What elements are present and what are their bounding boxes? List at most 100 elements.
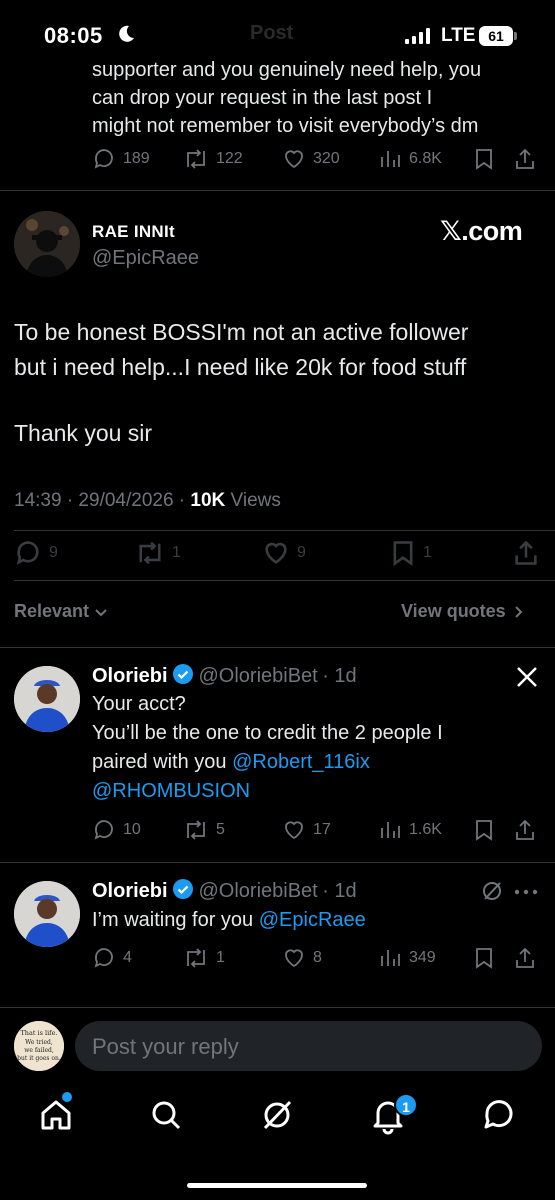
author-avatar[interactable]	[14, 211, 80, 277]
grok-icon[interactable]	[257, 1095, 297, 1135]
reply-count: 189	[123, 150, 150, 167]
reply-author-handle[interactable]: @OloriebiBet	[198, 665, 317, 687]
brand-link[interactable]: 𝕏.com	[440, 216, 523, 247]
repost-button[interactable]: 1	[183, 946, 225, 970]
heart-icon	[285, 150, 303, 169]
reply-text-line: You’ll be the one to credit the 2 people…	[92, 722, 443, 744]
repost-count: 122	[216, 150, 243, 167]
repost-button[interactable]: 122	[183, 147, 243, 171]
divider	[0, 1007, 555, 1008]
search-icon[interactable]	[146, 1095, 186, 1135]
repost-count: 1	[216, 949, 225, 966]
share-button[interactable]	[513, 539, 539, 567]
reply-placeholder: Post your reply	[92, 1034, 239, 1059]
bookmark-icon	[476, 820, 492, 841]
avatar-image	[14, 211, 80, 277]
views-button[interactable]: 1.6K	[378, 818, 442, 842]
reply-avatar[interactable]	[14, 666, 80, 732]
share-button[interactable]	[514, 147, 536, 171]
reply-actions: 4 1 8 349	[0, 946, 555, 974]
previous-tweet-text: supporter and you genuinely need help, y…	[92, 56, 547, 140]
repost-icon	[187, 149, 205, 169]
share-icon	[516, 947, 534, 968]
divider	[14, 530, 555, 531]
reply-icon	[94, 948, 113, 968]
analytics-icon	[381, 950, 400, 966]
home-indicator	[187, 1183, 367, 1188]
reply-count: 4	[123, 949, 132, 966]
heart-icon	[265, 542, 287, 564]
author-name[interactable]: RAE INNIt	[92, 222, 175, 242]
tweet-timestamp[interactable]: 14:39 · 29/04/2026 ·	[14, 490, 190, 511]
views-count: 6.8K	[409, 150, 442, 167]
like-button[interactable]: 320	[282, 147, 340, 171]
my-avatar[interactable]: That is life. We tried, we failed, but i…	[14, 1021, 64, 1071]
like-button[interactable]: 8	[282, 946, 322, 970]
verified-badge-icon	[173, 664, 194, 684]
bookmark-button[interactable]	[473, 946, 495, 970]
reply-button[interactable]: 9	[14, 539, 58, 567]
divider	[0, 862, 555, 863]
analytics-icon	[381, 822, 400, 838]
like-count: 17	[313, 821, 331, 838]
bookmark-button[interactable]: 1	[390, 539, 432, 567]
share-icon	[516, 819, 534, 840]
reply-avatar[interactable]	[14, 881, 80, 947]
tweet-actions: 9 1 9 1	[0, 539, 555, 567]
repost-button[interactable]: 1	[135, 539, 181, 567]
sort-dropdown[interactable]: Relevant	[14, 601, 108, 622]
reply-button[interactable]: 189	[92, 147, 150, 171]
repost-icon	[187, 948, 205, 968]
views-button[interactable]: 349	[378, 946, 436, 970]
more-icon[interactable]	[514, 889, 538, 895]
bookmark-icon	[393, 541, 413, 566]
home-unread-dot	[62, 1092, 72, 1102]
avatar-image	[14, 666, 80, 732]
reply-count: 9	[49, 544, 58, 561]
views-count: 1.6K	[409, 821, 442, 838]
reply-count: 10	[123, 821, 141, 838]
view-quotes-link[interactable]: View quotes	[401, 601, 525, 622]
share-button[interactable]	[514, 818, 536, 842]
heart-icon	[285, 821, 303, 840]
share-button[interactable]	[514, 946, 536, 970]
messages-icon[interactable]	[479, 1095, 519, 1135]
mention-link[interactable]: @EpicRaee	[259, 909, 366, 931]
bookmark-button[interactable]	[473, 818, 495, 842]
reply-author-name[interactable]: Oloriebi	[92, 665, 168, 687]
reply-text-line: I’m waiting for you	[92, 909, 259, 931]
like-button[interactable]: 17	[282, 818, 331, 842]
divider	[0, 647, 555, 648]
bookmark-icon	[476, 149, 492, 170]
bookmark-button[interactable]	[473, 147, 495, 171]
svg-text:That is life.: That is life.	[20, 1029, 57, 1037]
share-icon	[516, 148, 534, 169]
reply-text: Your acct? You’ll be the one to credit t…	[92, 690, 542, 806]
network-type: LTE	[441, 25, 476, 46]
like-button[interactable]: 9	[262, 539, 306, 567]
repost-button[interactable]: 5	[183, 818, 225, 842]
reply-button[interactable]: 10	[92, 818, 141, 842]
heart-icon	[285, 949, 303, 968]
reply-header: Oloriebi @OloriebiBet · 1d	[92, 878, 357, 903]
views-number: 10K	[190, 490, 226, 511]
reply-author-handle[interactable]: @OloriebiBet	[198, 880, 317, 902]
reply-actions: 10 5 17 1.6K	[0, 818, 555, 846]
previous-tweet-actions: 189 122 320 6.8K	[0, 147, 555, 175]
views-button[interactable]: 6.8K	[378, 147, 442, 171]
previous-tweet-line: can drop your request in the last post I	[92, 87, 433, 109]
tweet-text-line: To be honest BOSSI'm not an active follo…	[14, 319, 469, 345]
previous-tweet-line: supporter and you genuinely need help, y…	[92, 59, 482, 81]
repost-icon	[187, 820, 205, 840]
mention-link[interactable]: @Robert_116ix	[232, 751, 370, 773]
reply-icon	[94, 820, 113, 840]
reply-author-name[interactable]: Oloriebi	[92, 880, 168, 902]
repost-icon	[139, 541, 161, 565]
reply-button[interactable]: 4	[92, 946, 132, 970]
grok-icon[interactable]	[481, 880, 503, 902]
avatar-image	[14, 881, 80, 947]
mention-link[interactable]: @RHOMBUSION	[92, 780, 250, 802]
moon-icon	[119, 25, 134, 42]
notifications-badge: 1	[394, 1093, 418, 1117]
author-handle[interactable]: @EpicRaee	[92, 247, 199, 270]
